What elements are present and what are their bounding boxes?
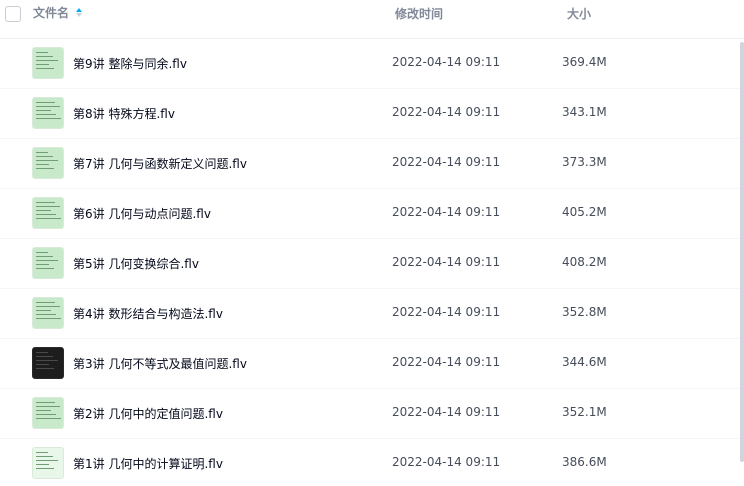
file-list: 文件名 修改时间 大小 第9讲 整除与同余.flv 2022-04-14 09:… (0, 0, 744, 486)
file-modified-time: 2022-04-14 09:11 (392, 105, 501, 119)
file-size: 386.6M (562, 455, 607, 469)
column-header-name-label: 文件名 (33, 6, 70, 20)
video-thumbnail (32, 147, 64, 179)
file-name[interactable]: 第1讲 几何中的计算证明.flv (73, 455, 223, 472)
file-modified-time: 2022-04-14 09:11 (392, 355, 501, 369)
file-size: 352.8M (562, 305, 607, 319)
video-thumbnail (32, 247, 64, 279)
file-name[interactable]: 第9讲 整除与同余.flv (73, 55, 187, 72)
file-modified-time: 2022-04-14 09:11 (392, 55, 501, 69)
file-modified-time: 2022-04-14 09:11 (392, 405, 501, 419)
file-modified-time: 2022-04-14 09:11 (392, 205, 501, 219)
file-row[interactable]: 第2讲 几何中的定值问题.flv 2022-04-14 09:11 352.1M (0, 389, 740, 439)
video-thumbnail (32, 97, 64, 129)
file-size: 343.1M (562, 105, 607, 119)
file-size: 373.3M (562, 155, 607, 169)
file-size: 369.4M (562, 55, 607, 69)
file-name[interactable]: 第7讲 几何与函数新定义问题.flv (73, 155, 247, 172)
column-header-name[interactable]: 文件名 (33, 4, 83, 21)
file-row[interactable]: 第8讲 特殊方程.flv 2022-04-14 09:11 343.1M (0, 89, 740, 139)
file-list-header: 文件名 修改时间 大小 (0, 0, 744, 39)
file-modified-time: 2022-04-14 09:11 (392, 255, 501, 269)
video-thumbnail (32, 397, 64, 429)
scrollbar[interactable] (740, 42, 744, 462)
sort-icon[interactable] (75, 7, 83, 19)
video-thumbnail (32, 297, 64, 329)
file-row[interactable]: 第1讲 几何中的计算证明.flv 2022-04-14 09:11 386.6M (0, 439, 740, 486)
column-header-modified[interactable]: 修改时间 (395, 5, 443, 22)
file-row[interactable]: 第6讲 几何与动点问题.flv 2022-04-14 09:11 405.2M (0, 189, 740, 239)
file-name[interactable]: 第2讲 几何中的定值问题.flv (73, 405, 223, 422)
file-name[interactable]: 第4讲 数形结合与构造法.flv (73, 305, 223, 322)
file-row[interactable]: 第4讲 数形结合与构造法.flv 2022-04-14 09:11 352.8M (0, 289, 740, 339)
file-modified-time: 2022-04-14 09:11 (392, 305, 501, 319)
file-row[interactable]: 第3讲 几何不等式及最值问题.flv 2022-04-14 09:11 344.… (0, 339, 740, 389)
file-name[interactable]: 第8讲 特殊方程.flv (73, 105, 175, 122)
file-rows: 第9讲 整除与同余.flv 2022-04-14 09:11 369.4M 第8… (0, 39, 740, 486)
select-all-checkbox[interactable] (5, 6, 21, 22)
file-size: 408.2M (562, 255, 607, 269)
file-modified-time: 2022-04-14 09:11 (392, 455, 501, 469)
file-name[interactable]: 第3讲 几何不等式及最值问题.flv (73, 355, 247, 372)
file-name[interactable]: 第6讲 几何与动点问题.flv (73, 205, 211, 222)
column-header-size[interactable]: 大小 (567, 5, 591, 22)
video-thumbnail (32, 197, 64, 229)
file-row[interactable]: 第5讲 几何变换综合.flv 2022-04-14 09:11 408.2M (0, 239, 740, 289)
video-thumbnail (32, 447, 64, 479)
file-modified-time: 2022-04-14 09:11 (392, 155, 501, 169)
file-row[interactable]: 第7讲 几何与函数新定义问题.flv 2022-04-14 09:11 373.… (0, 139, 740, 189)
file-size: 344.6M (562, 355, 607, 369)
file-size: 405.2M (562, 205, 607, 219)
file-size: 352.1M (562, 405, 607, 419)
video-thumbnail (32, 47, 64, 79)
file-name[interactable]: 第5讲 几何变换综合.flv (73, 255, 199, 272)
file-row[interactable]: 第9讲 整除与同余.flv 2022-04-14 09:11 369.4M (0, 39, 740, 89)
video-thumbnail (32, 347, 64, 379)
